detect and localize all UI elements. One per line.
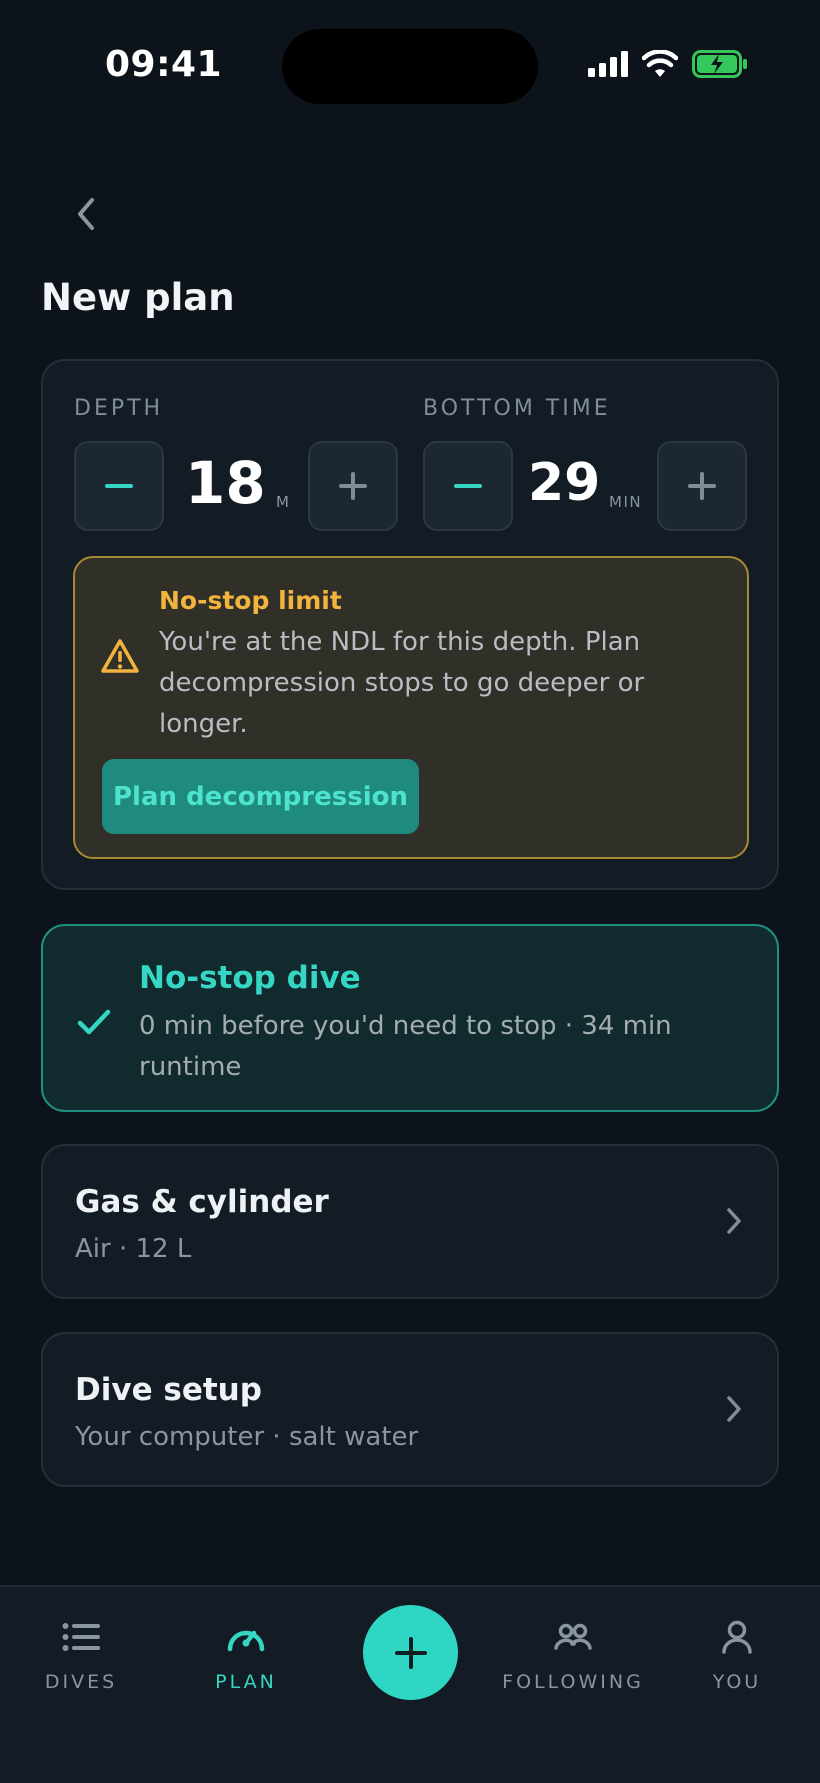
plus-icon (688, 472, 716, 500)
tab-you[interactable]: YOU (662, 1587, 812, 1737)
time-increase-button[interactable] (657, 441, 747, 531)
people-icon (554, 1623, 592, 1650)
warning-text: You're at the NDL for this depth. Plan d… (159, 627, 645, 739)
bottom-time-label: BOTTOM TIME (423, 396, 611, 421)
ndl-warning: No-stop limit You're at the NDL for this… (73, 556, 749, 859)
depth-value: 18 (185, 449, 266, 517)
gauge-icon (227, 1630, 265, 1652)
check-icon (77, 1009, 111, 1035)
status-time: 09:41 (105, 44, 223, 85)
add-button[interactable] (363, 1605, 458, 1700)
chevron-right-icon (727, 1396, 741, 1422)
tab-label: PLAN (215, 1671, 277, 1693)
status-icons (588, 50, 748, 78)
tab-label: DIVES (44, 1671, 118, 1693)
bottom-time-unit: MIN (609, 493, 643, 511)
tab-plan[interactable]: PLAN (171, 1587, 321, 1737)
plus-icon (394, 1636, 427, 1669)
list-icon (62, 1623, 100, 1651)
minus-icon (454, 484, 482, 488)
gas-title: Gas & cylinder (75, 1184, 329, 1220)
chevron-left-icon (78, 198, 94, 230)
tab-bar: DIVES PLAN FOLLOWING YOU (0, 1585, 820, 1783)
plan-controls-card: DEPTH 18 M BOTTOM TIME 29 MIN No-stop li… (41, 359, 779, 890)
warning-title: No-stop limit (159, 586, 342, 615)
time-decrease-button[interactable] (423, 441, 513, 531)
depth-label: DEPTH (74, 396, 164, 421)
status-bar: 09:41 (0, 0, 820, 134)
gas-subtitle: Air · 12 L (75, 1234, 192, 1264)
tab-dives[interactable]: DIVES (6, 1587, 156, 1737)
tab-following[interactable]: FOLLOWING (498, 1587, 648, 1737)
battery-icon (692, 50, 747, 78)
no-stop-title: No-stop dive (139, 960, 361, 996)
chevron-right-icon (727, 1208, 741, 1234)
plus-icon (339, 472, 367, 500)
setup-subtitle: Your computer · salt water (75, 1422, 419, 1452)
depth-unit: M (276, 493, 291, 511)
gas-cylinder-row[interactable]: Gas & cylinder Air · 12 L (41, 1144, 779, 1299)
plan-decompression-button[interactable]: Plan decompression (102, 759, 419, 834)
page-title: New plan (41, 276, 235, 319)
dynamic-island (282, 29, 538, 104)
dive-setup-row[interactable]: Dive setup Your computer · salt water (41, 1332, 779, 1487)
tab-label: FOLLOWING (502, 1671, 644, 1693)
wifi-icon (642, 50, 678, 77)
person-icon (722, 1620, 752, 1654)
depth-increase-button[interactable] (308, 441, 398, 531)
tab-label: YOU (712, 1671, 762, 1693)
signal-icon (588, 51, 628, 77)
no-stop-subtitle: 0 min before you'd need to stop · 34 min… (139, 1011, 672, 1082)
depth-decrease-button[interactable] (74, 441, 164, 531)
setup-title: Dive setup (75, 1372, 262, 1408)
back-button[interactable] (62, 190, 110, 238)
bottom-time-value: 29 (528, 453, 601, 513)
minus-icon (105, 484, 133, 488)
warning-icon (101, 639, 139, 673)
no-stop-status-card: No-stop dive 0 min before you'd need to … (41, 924, 779, 1112)
